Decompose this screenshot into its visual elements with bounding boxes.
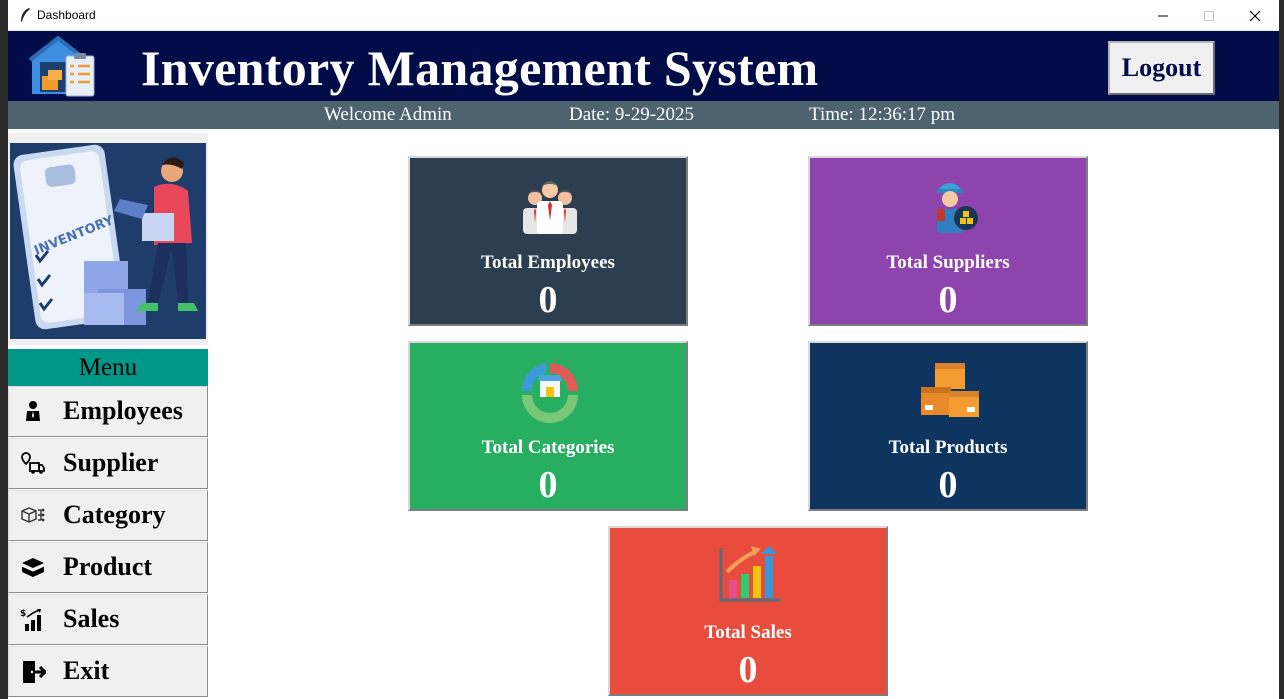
card-label: Total Sales: [704, 622, 792, 643]
svg-text:$: $: [20, 609, 26, 619]
sales-icon: $: [20, 609, 41, 631]
menu-supplier-button[interactable]: Supplier: [8, 438, 208, 489]
card-total-employees[interactable]: Total Employees 0: [408, 156, 688, 326]
menu-supplier-label: Supplier: [63, 448, 159, 477]
warehouse-logo-icon: [28, 35, 95, 97]
sales-chart-icon: [719, 546, 781, 602]
menu-employees-label: Employees: [63, 396, 183, 425]
card-value: 0: [738, 649, 758, 691]
exit-icon: [23, 661, 46, 683]
card-value: 0: [938, 464, 958, 506]
card-total-sales[interactable]: Total Sales 0: [608, 526, 888, 696]
employee-icon: [26, 401, 40, 421]
close-icon: [1249, 10, 1261, 21]
dashboard-window: Dashboard Inventory Management System Lo…: [8, 0, 1279, 699]
card-total-suppliers[interactable]: Total Suppliers 0: [808, 156, 1088, 326]
close-button[interactable]: [1232, 0, 1278, 31]
minimize-button[interactable]: [1140, 0, 1186, 31]
date-text: Date: 9-29-2025: [569, 104, 695, 125]
app-header: Inventory Management System Logout: [8, 31, 1279, 101]
card-value: 0: [938, 279, 958, 321]
menu-category-button[interactable]: Category: [8, 490, 208, 541]
feather-icon: [21, 8, 30, 22]
card-label: Total Categories: [481, 437, 615, 458]
product-icon: [21, 558, 45, 577]
window-title: Dashboard: [37, 8, 96, 22]
menu-title: Menu: [8, 349, 208, 386]
supplier-icon: [21, 452, 45, 474]
card-label: Total Suppliers: [886, 252, 1010, 273]
inventory-illustration: INVENTORY: [10, 143, 206, 339]
maximize-icon: [1204, 10, 1214, 21]
menu-product-label: Product: [63, 552, 153, 581]
logout-button[interactable]: Logout: [1108, 41, 1215, 95]
title-bar[interactable]: Dashboard: [8, 0, 1279, 31]
time-text: Time: 12:36:17 pm: [809, 104, 956, 125]
card-label: Total Products: [888, 437, 1008, 458]
card-value: 0: [538, 464, 558, 506]
categories-store-icon: [521, 363, 578, 423]
card-value: 0: [538, 279, 558, 321]
sidebar: INVENTORY Menu Employees Supplier Catego…: [8, 129, 208, 699]
card-total-categories[interactable]: Total Categories 0: [408, 341, 688, 511]
supplier-worker-icon: [937, 183, 978, 233]
minimize-icon: [1158, 15, 1168, 16]
app-title: Inventory Management System: [141, 40, 819, 96]
category-icon: [21, 507, 45, 523]
menu-product-button[interactable]: Product: [8, 542, 208, 593]
sidebar-illustration-frame: INVENTORY: [8, 133, 208, 345]
menu-category-label: Category: [63, 500, 166, 529]
boxes-icon: [921, 363, 979, 417]
card-label: Total Employees: [481, 252, 615, 273]
menu-exit-button[interactable]: Exit: [8, 646, 208, 697]
menu-exit-label: Exit: [63, 656, 110, 685]
employees-group-icon: [523, 181, 577, 234]
info-bar: Welcome Admin Date: 9-29-2025 Time: 12:3…: [8, 101, 1279, 129]
menu-employees-button[interactable]: Employees: [8, 386, 208, 437]
maximize-button[interactable]: [1186, 0, 1232, 31]
welcome-text: Welcome Admin: [324, 104, 452, 125]
menu-sales-button[interactable]: $ Sales: [8, 594, 208, 645]
menu-sales-label: Sales: [63, 604, 120, 633]
card-total-products[interactable]: Total Products 0: [808, 341, 1088, 511]
